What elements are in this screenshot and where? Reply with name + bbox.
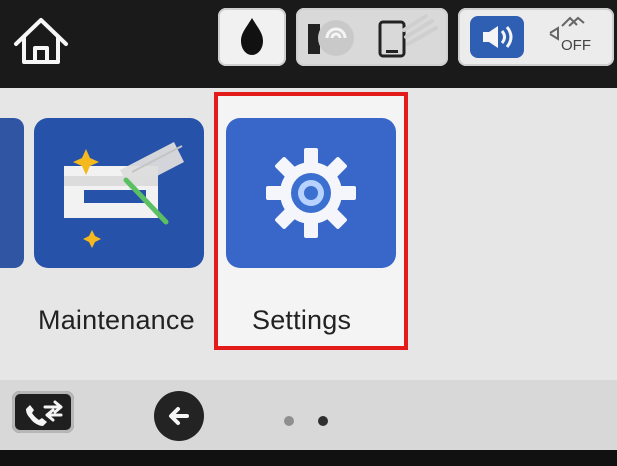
phone-transfer-button[interactable]	[12, 391, 74, 433]
top-status-bar: OFF	[0, 0, 617, 88]
printer-display: OFF Maintenance Settings	[0, 0, 617, 466]
svg-text:OFF: OFF	[561, 37, 591, 54]
selection-highlight	[214, 92, 408, 350]
off-icon: OFF	[549, 16, 591, 54]
maintenance-icon	[64, 142, 184, 248]
back-button[interactable]	[154, 391, 204, 441]
mobile-connection-icon	[378, 14, 438, 58]
page-indicator-dot-active	[318, 416, 328, 426]
home-icon	[14, 18, 68, 64]
phone-transfer-icon	[26, 400, 63, 426]
ink-status-button[interactable]	[218, 8, 286, 66]
back-arrow-icon	[169, 407, 189, 425]
ink-drop-icon	[241, 18, 263, 55]
previous-menu-item-partial[interactable]	[0, 118, 24, 268]
bottom-screen-edge	[0, 450, 617, 466]
device-status-button[interactable]	[296, 8, 448, 66]
maintenance-label: Maintenance	[38, 305, 195, 335]
sound-status-button[interactable]: OFF	[458, 8, 614, 66]
home-button[interactable]	[6, 10, 76, 70]
maintenance-tile[interactable]	[34, 118, 204, 268]
page-indicator-dot	[284, 416, 294, 426]
